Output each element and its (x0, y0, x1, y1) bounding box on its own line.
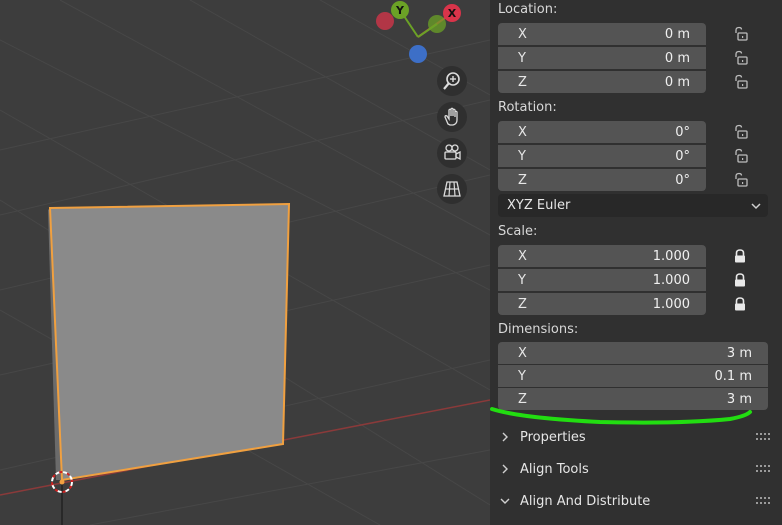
lock-icon (735, 273, 745, 287)
scale-y-lock-button[interactable] (730, 270, 750, 290)
3d-viewport[interactable]: Y X (0, 0, 490, 525)
axis-label: Y (518, 50, 526, 66)
chevron-down-icon (498, 494, 512, 508)
field-value: 0 m (664, 50, 690, 66)
unlock-icon (735, 124, 748, 139)
location-label: Location: (498, 2, 558, 17)
field-value: 0.1 m (714, 368, 752, 384)
gizmo-y-label: Y (395, 4, 405, 17)
axis-label: Y (518, 368, 526, 384)
rotation-y-lock-button[interactable] (730, 146, 750, 166)
location-y-lock-button[interactable] (730, 48, 750, 68)
dimensions-label: Dimensions: (498, 322, 579, 337)
field-value: 0° (675, 172, 690, 188)
axis-label: Y (518, 148, 526, 164)
field-value: 1.000 (652, 272, 690, 288)
chevron-right-icon (498, 462, 512, 476)
axis-label: Y (518, 272, 526, 288)
rotation-z-lock-button[interactable] (730, 170, 750, 190)
hand-icon (444, 107, 458, 126)
scale-x-lock-button[interactable] (730, 246, 750, 266)
perspective-toggle-button[interactable] (437, 174, 467, 204)
subpanel-properties[interactable]: Properties (490, 424, 782, 450)
gizmo-neg-y-icon[interactable] (428, 15, 446, 33)
location-z-lock-button[interactable] (730, 72, 750, 92)
rotation-mode-dropdown[interactable]: XYZ Euler (498, 194, 768, 217)
chevron-right-icon (498, 430, 512, 444)
camera-icon (444, 144, 461, 161)
gizmo-neg-x-icon[interactable] (376, 12, 394, 30)
unlock-icon (735, 74, 748, 89)
field-value: 0° (675, 124, 690, 140)
rotation-y-field[interactable]: Y 0° (498, 145, 706, 167)
axis-label: Z (518, 74, 527, 90)
drag-grip-icon[interactable] (756, 433, 770, 441)
axis-label: Z (518, 391, 527, 407)
zoom-button[interactable] (437, 66, 467, 96)
gizmo-x-label: X (448, 7, 457, 20)
navigation-gizmo[interactable]: Y X (370, 0, 470, 70)
pan-button[interactable] (437, 102, 467, 132)
rotation-x-lock-button[interactable] (730, 122, 750, 142)
scale-y-field[interactable]: Y 1.000 (498, 269, 706, 291)
axis-label: Z (518, 296, 527, 312)
subpanel-align-tools[interactable]: Align Tools (490, 456, 782, 482)
field-value: 0° (675, 148, 690, 164)
field-value: 1.000 (652, 296, 690, 312)
drag-grip-icon[interactable] (756, 465, 770, 473)
subpanel-title: Properties (520, 429, 586, 445)
subpanel-title: Align Tools (520, 461, 589, 477)
scale-label: Scale: (498, 224, 538, 239)
axis-label: X (518, 26, 527, 42)
scale-x-field[interactable]: X 1.000 (498, 245, 706, 267)
location-y-field[interactable]: Y 0 m (498, 47, 706, 69)
scale-z-field[interactable]: Z 1.000 (498, 293, 706, 315)
rotation-mode-value: XYZ Euler (507, 198, 571, 213)
axis-label: X (518, 248, 527, 264)
lock-icon (735, 249, 745, 263)
gizmo-neg-z-icon[interactable] (409, 45, 427, 63)
location-z-field[interactable]: Z 0 m (498, 71, 706, 93)
viewport-grid (0, 0, 490, 525)
rotation-label: Rotation: (498, 100, 557, 115)
dimensions-z-field[interactable]: Z 3 m (498, 388, 768, 410)
sidebar-panel: Location: X 0 m Y 0 m Z 0 m Rotation: X … (490, 0, 782, 525)
zoom-icon (443, 72, 460, 90)
dimensions-x-field[interactable]: X 3 m (498, 342, 768, 364)
rotation-x-field[interactable]: X 0° (498, 121, 706, 143)
axis-label: Z (518, 172, 527, 188)
field-value: 1.000 (652, 248, 690, 264)
drag-grip-icon[interactable] (756, 497, 770, 505)
unlock-icon (735, 50, 748, 65)
axis-label: X (518, 345, 527, 361)
unlock-icon (735, 26, 748, 41)
field-value: 3 m (726, 391, 752, 407)
subpanel-title: Align And Distribute (520, 493, 651, 509)
field-value: 3 m (726, 345, 752, 361)
subpanel-align-and-distribute[interactable]: Align And Distribute (490, 488, 782, 514)
unlock-icon (735, 172, 748, 187)
unlock-icon (735, 148, 748, 163)
chevron-down-icon (751, 202, 761, 209)
lock-icon (735, 297, 745, 311)
dimensions-y-field[interactable]: Y 0.1 m (498, 365, 768, 387)
location-x-field[interactable]: X 0 m (498, 23, 706, 45)
field-value: 0 m (664, 26, 690, 42)
location-x-lock-button[interactable] (730, 24, 750, 44)
camera-view-button[interactable] (437, 138, 467, 168)
scale-z-lock-button[interactable] (730, 294, 750, 314)
rotation-z-field[interactable]: Z 0° (498, 169, 706, 191)
field-value: 0 m (664, 74, 690, 90)
grid-perspective-icon (443, 181, 461, 197)
axis-label: X (518, 124, 527, 140)
